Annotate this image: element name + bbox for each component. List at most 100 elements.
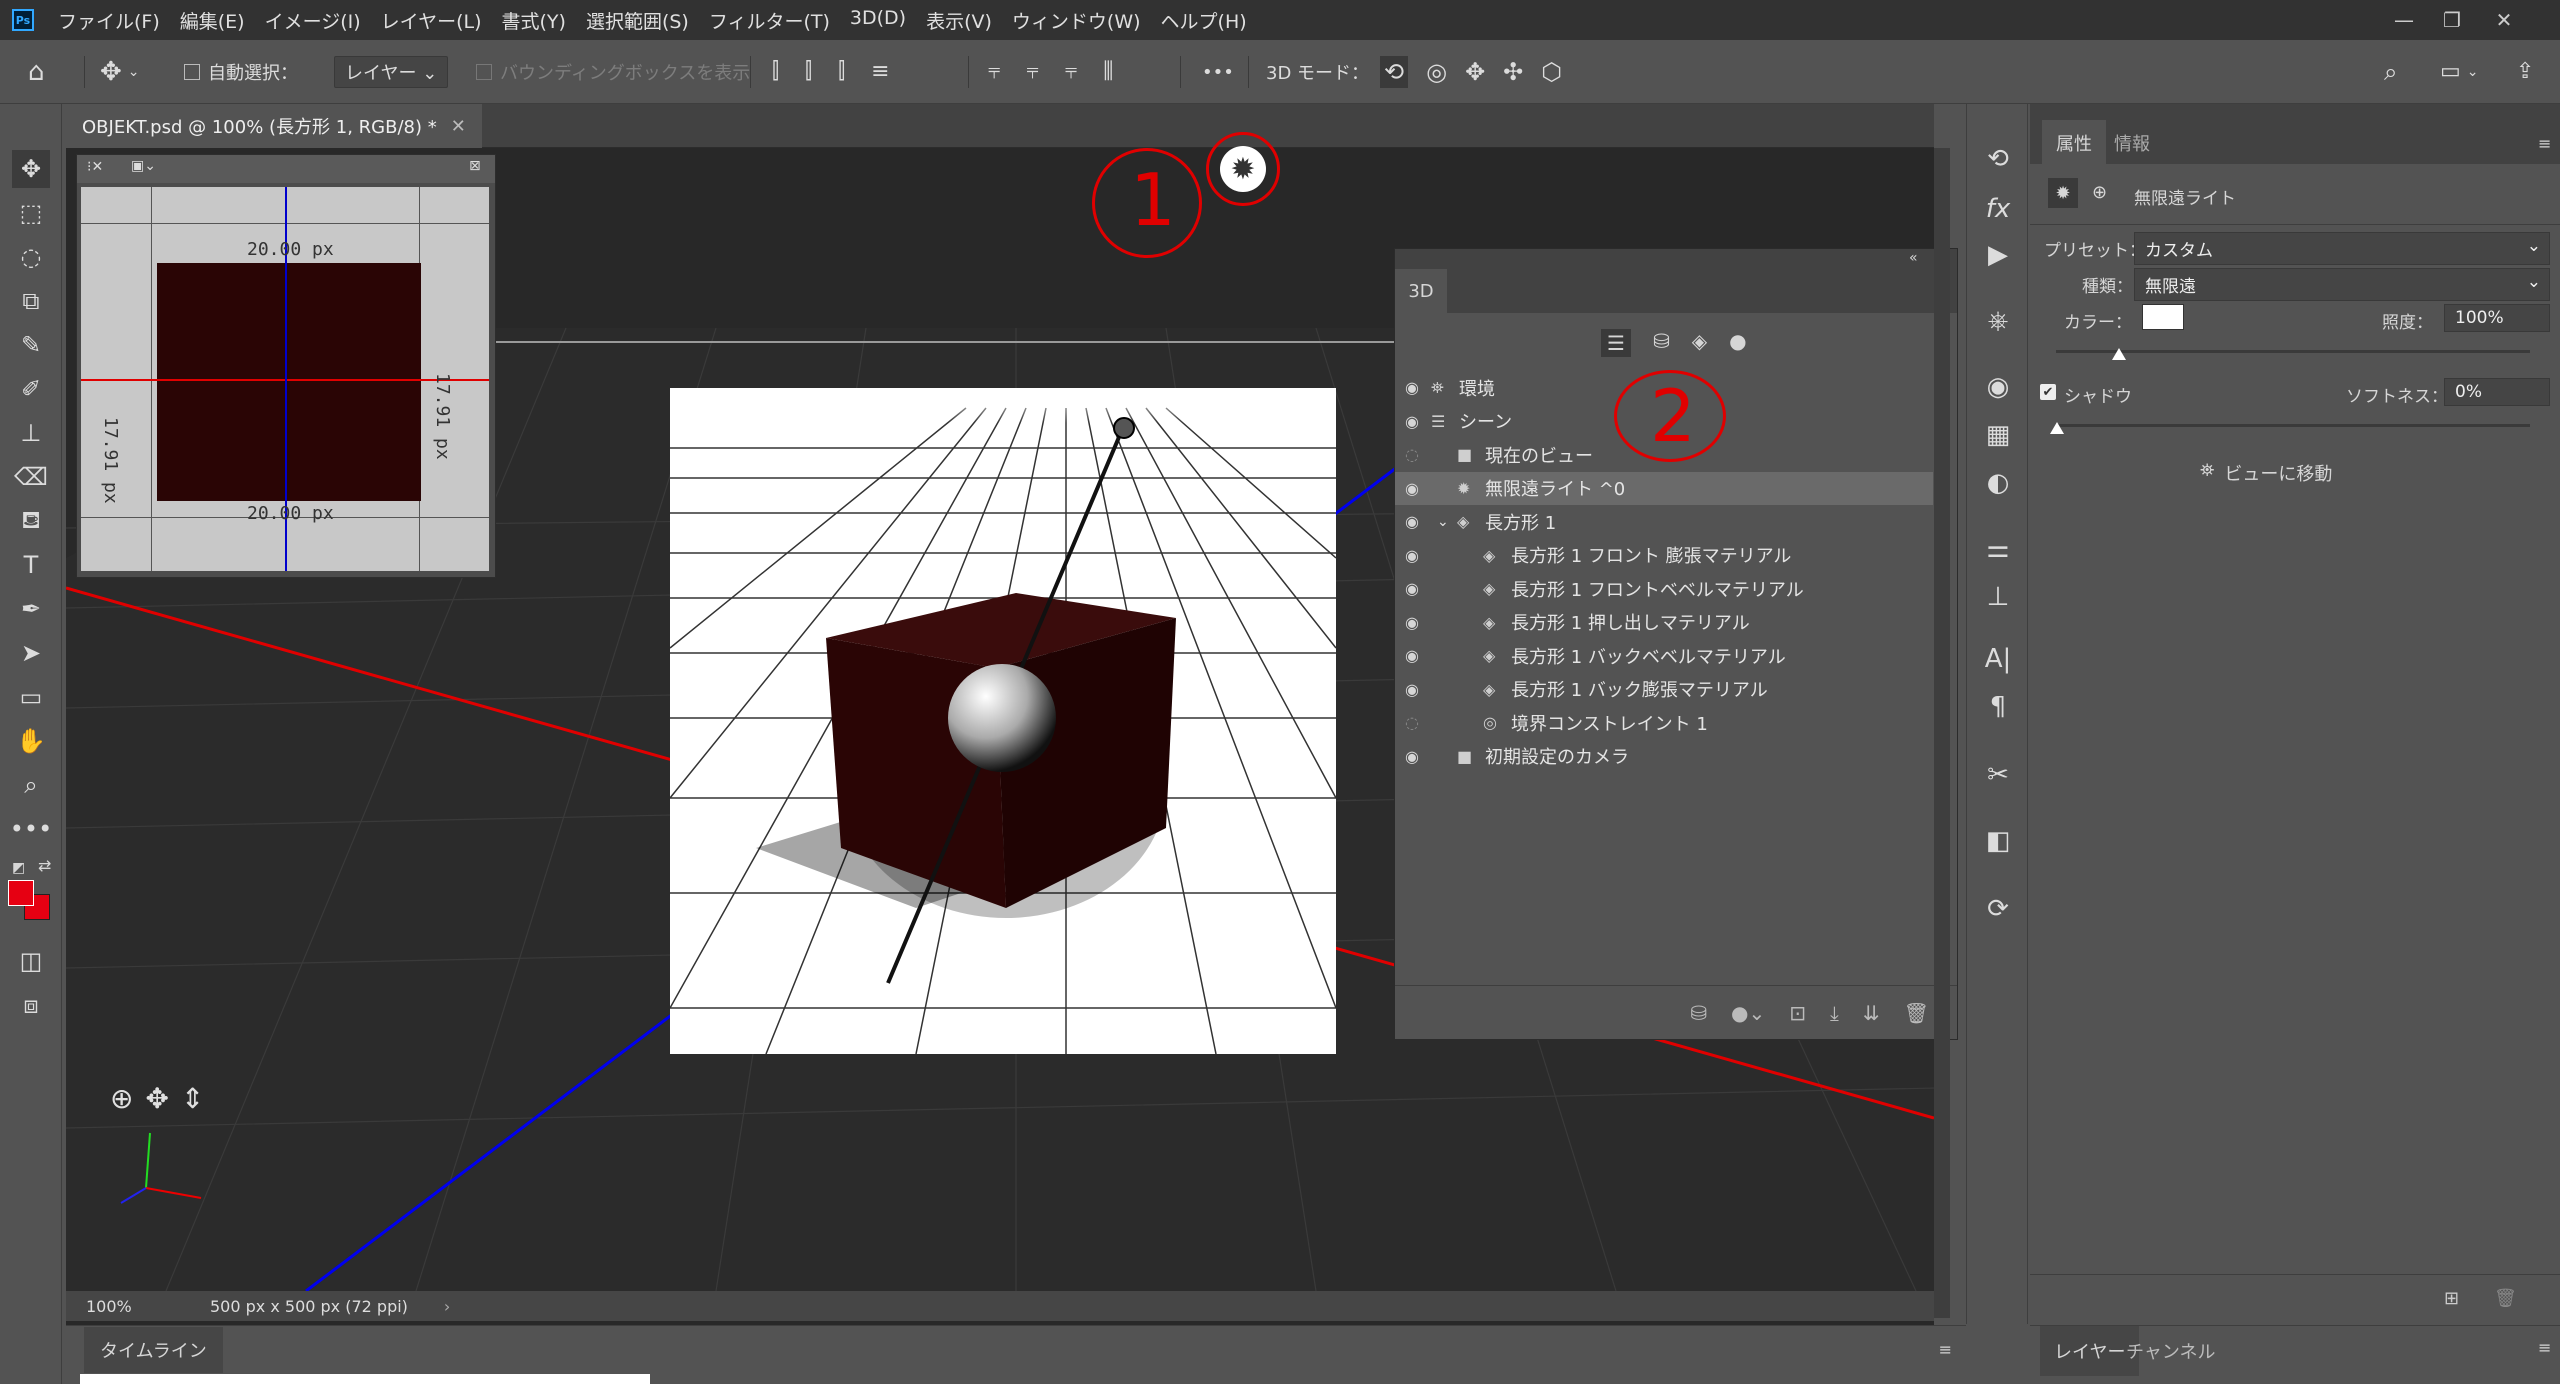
marquee-tool-icon[interactable]: ⬚ bbox=[12, 194, 50, 232]
light-filter-icon[interactable]: ● bbox=[1729, 329, 1746, 357]
visibility-eye-icon[interactable]: ◌ bbox=[1405, 713, 1419, 732]
layer-row[interactable]: ◌ ◎ 境界コンストレイント 1 bbox=[1395, 706, 1933, 739]
menu-item[interactable]: フィルター(T) bbox=[699, 7, 840, 34]
fx-icon[interactable]: fx bbox=[1977, 188, 2019, 230]
close-secondary-icon[interactable]: ⁝✕ bbox=[87, 159, 103, 175]
share-icon[interactable]: ⇪ bbox=[2516, 40, 2534, 104]
stamp-tool-icon[interactable]: ⊥ bbox=[12, 414, 50, 452]
trash-icon[interactable]: 🗑 bbox=[2494, 1288, 2517, 1309]
orbit-nav-icon[interactable]: ⊕ bbox=[110, 1082, 133, 1115]
expand-chevron-icon[interactable]: ⌄ bbox=[1437, 514, 1449, 530]
mesh-filter-icon[interactable]: ⛁ bbox=[1653, 329, 1670, 357]
more-options-button[interactable]: ••• bbox=[1202, 40, 1234, 104]
move-to-view-button[interactable]: ⛯ ビューに移動 bbox=[2200, 460, 2332, 486]
libraries-icon[interactable]: ◧ bbox=[1977, 820, 2019, 862]
visibility-eye-icon[interactable]: ◉ bbox=[1405, 512, 1419, 531]
close-window-icon[interactable]: ✕ bbox=[2480, 0, 2528, 40]
roll-3d-icon[interactable]: ◎ bbox=[1426, 60, 1447, 84]
path-select-icon[interactable]: ➤ bbox=[12, 634, 50, 672]
menu-item[interactable]: 編集(E) bbox=[170, 7, 255, 34]
visibility-eye-icon[interactable]: ◉ bbox=[1405, 412, 1419, 431]
search-icon[interactable]: ⌕ bbox=[2384, 40, 2397, 104]
visibility-eye-icon[interactable]: ◉ bbox=[1405, 546, 1419, 565]
swap-view-icon[interactable]: ⊠ bbox=[469, 158, 481, 174]
render-icon[interactable]: ⊡ bbox=[1789, 1001, 1806, 1025]
align-left-icon[interactable]: ⫿ bbox=[772, 61, 779, 83]
intensity-slider[interactable] bbox=[2056, 350, 2530, 353]
coordinates-icon[interactable]: ⊕ bbox=[2092, 182, 2107, 203]
layer-row[interactable]: ◉ ◈ 長方形 1 バック膨張マテリアル bbox=[1395, 673, 1933, 706]
workspace-icon[interactable]: ▭ ⌄ bbox=[2440, 40, 2479, 104]
menu-item[interactable]: 書式(Y) bbox=[492, 7, 576, 34]
distribute-icon[interactable]: ≡ bbox=[871, 61, 889, 83]
new-mesh-icon[interactable]: ⛁ bbox=[1690, 1001, 1707, 1025]
pen-tool-icon[interactable]: ✒ bbox=[12, 590, 50, 628]
softness-slider-handle[interactable] bbox=[2050, 422, 2064, 434]
status-arrow-icon[interactable]: › bbox=[444, 1297, 450, 1316]
intensity-field[interactable]: 100% bbox=[2444, 304, 2550, 332]
pan-nav-icon[interactable]: ✥ bbox=[145, 1082, 168, 1115]
visibility-eye-icon[interactable]: ◉ bbox=[1405, 579, 1419, 598]
properties-icon[interactable]: ⚌ bbox=[1977, 528, 2019, 570]
align-vcenter-icon[interactable]: ⫧ bbox=[1026, 61, 1038, 83]
auto-select-checkbox[interactable]: 自動選択： bbox=[184, 40, 298, 104]
brush-tool-icon[interactable]: ✐ bbox=[12, 370, 50, 408]
menu-item[interactable]: 3D(D) bbox=[840, 7, 916, 34]
align-top-icon[interactable]: ⫧ bbox=[988, 61, 1000, 83]
home-icon[interactable]: ⌂ bbox=[28, 40, 45, 104]
add-light-icon[interactable]: ●⌄ bbox=[1731, 1001, 1765, 1025]
view-select-icon[interactable]: ▣⌄ bbox=[131, 158, 156, 174]
drop-to-ground-icon[interactable]: ⤓ bbox=[1830, 1001, 1839, 1025]
layer-row[interactable]: ◉ ⌄ ◈ 長方形 1 bbox=[1395, 505, 1933, 538]
delete-icon[interactable]: 🗑 bbox=[1904, 1001, 1929, 1025]
menu-item[interactable]: ファイル(F) bbox=[48, 7, 170, 34]
whole-scene-filter-icon[interactable]: ☰ bbox=[1601, 329, 1631, 357]
foreground-color-swatch[interactable] bbox=[8, 880, 34, 906]
move-tool-icon[interactable]: ✥ bbox=[12, 150, 50, 188]
timeline-tab[interactable]: タイムライン bbox=[84, 1326, 223, 1373]
visibility-eye-icon[interactable]: ◉ bbox=[1405, 613, 1419, 632]
3d-panel-icon[interactable]: ⎈ bbox=[1977, 300, 2019, 342]
adjustments-icon[interactable]: ◉ bbox=[1977, 366, 2019, 408]
zoom-tool-icon[interactable]: ⌕ bbox=[12, 766, 50, 804]
screen-mode-icon[interactable]: ⧈ bbox=[12, 986, 50, 1024]
align-bottom-icon[interactable]: ⫧ bbox=[1065, 61, 1077, 83]
default-colors-icon[interactable]: ◩ bbox=[12, 860, 25, 876]
scale-3d-icon[interactable]: ⬡ bbox=[1541, 60, 1562, 84]
visibility-eye-icon[interactable]: ◌ bbox=[1405, 445, 1419, 464]
visibility-eye-icon[interactable]: ◉ bbox=[1405, 747, 1419, 766]
softness-slider[interactable] bbox=[2056, 424, 2530, 427]
visibility-eye-icon[interactable]: ◉ bbox=[1405, 646, 1419, 665]
close-tab-icon[interactable]: ✕ bbox=[451, 116, 466, 137]
timeline-menu-icon[interactable]: ≡ bbox=[1939, 1340, 1952, 1359]
auto-select-dropdown[interactable]: レイヤー ⌄ bbox=[334, 40, 449, 104]
minimize-icon[interactable]: — bbox=[2380, 0, 2428, 40]
type-dropdown[interactable]: 無限遠 ⌄ bbox=[2134, 268, 2550, 301]
object-select-tool-icon[interactable]: ⧉ bbox=[12, 282, 50, 320]
layer-row[interactable]: ◉ ◈ 長方形 1 フロント 膨張マテリアル bbox=[1395, 539, 1933, 572]
layer-row[interactable]: ◉ ■ 初期設定のカメラ bbox=[1395, 740, 1933, 773]
distribute-v-icon[interactable]: ⫼ bbox=[1103, 61, 1113, 83]
actions-play-icon[interactable]: ▶ bbox=[1977, 234, 2019, 276]
canvas-vertical-scrollbar[interactable] bbox=[1934, 148, 1950, 1318]
type-tool-icon[interactable]: T bbox=[12, 546, 50, 584]
light-color-swatch[interactable] bbox=[2142, 304, 2184, 330]
orbit-3d-icon[interactable]: ⟲ bbox=[1380, 56, 1409, 88]
tab-layers[interactable]: レイヤー bbox=[2040, 1326, 2140, 1376]
clone-source-icon[interactable]: ⊥ bbox=[1977, 576, 2019, 618]
secondary-view-canvas[interactable]: 20.00 px 20.00 px 17.91 px 17.91 px bbox=[81, 187, 489, 571]
shadow-checkbox[interactable]: ✔ bbox=[2040, 384, 2056, 400]
document-canvas[interactable] bbox=[670, 388, 1336, 1054]
collapse-panel-icon[interactable]: « bbox=[1909, 250, 1918, 266]
swatches-icon[interactable]: ▦ bbox=[1977, 414, 2019, 456]
tool-presets-icon[interactable]: ✂ bbox=[1977, 754, 2019, 796]
paint-bucket-icon[interactable]: ⛾ bbox=[12, 502, 50, 540]
preset-dropdown[interactable]: カスタム ⌄ bbox=[2134, 232, 2550, 265]
align-right-icon[interactable]: ⫿ bbox=[838, 61, 845, 83]
eraser-tool-icon[interactable]: ⌫ bbox=[12, 458, 50, 496]
tab-channels[interactable]: チャンネル bbox=[2126, 1338, 2215, 1364]
material-filter-icon[interactable]: ◈ bbox=[1692, 329, 1707, 357]
light-type-icon[interactable]: ✹ bbox=[2048, 178, 2078, 208]
color-icon[interactable]: ◐ bbox=[1977, 462, 2019, 504]
bbox-checkbox[interactable]: バウンディングボックスを表示 bbox=[476, 40, 750, 104]
